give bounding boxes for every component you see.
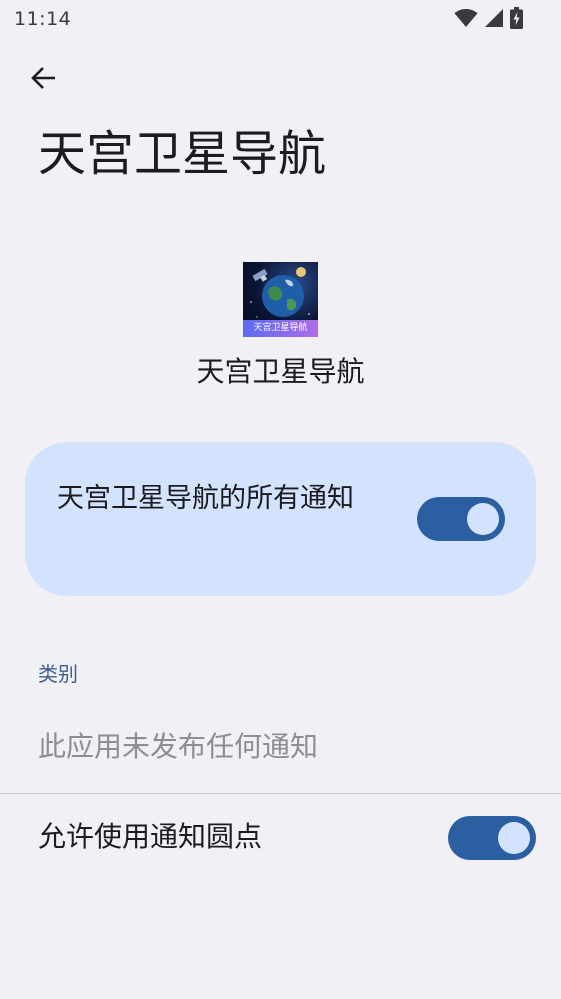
all-notifications-card[interactable]: 天宫卫星导航的所有通知: [25, 442, 536, 596]
notification-dots-label: 允许使用通知圆点: [38, 820, 263, 853]
divider: [0, 793, 561, 794]
all-notifications-label: 天宫卫星导航的所有通知: [57, 483, 354, 514]
status-icons: [454, 7, 523, 29]
back-button[interactable]: [26, 62, 62, 98]
category-header: 类别: [38, 662, 78, 686]
toggle-thumb: [467, 503, 499, 535]
wifi-icon: [454, 8, 478, 28]
notification-dots-toggle[interactable]: [448, 816, 536, 860]
app-icon: 天宫卫星导航: [243, 262, 318, 337]
app-icon-banner: 天宫卫星导航: [243, 320, 318, 337]
cellular-signal-icon: [484, 8, 504, 28]
notification-dots-row[interactable]: 允许使用通知圆点: [0, 796, 561, 880]
no-categories-message: 此应用未发布任何通知: [38, 730, 319, 763]
page-title: 天宫卫星导航: [38, 126, 327, 182]
app-name: 天宫卫星导航: [196, 355, 365, 388]
status-time: 11:14: [14, 8, 72, 30]
battery-charging-icon: [510, 7, 523, 29]
app-header: 天宫卫星导航 天宫卫星导航: [0, 262, 561, 390]
toggle-thumb: [498, 822, 530, 854]
status-bar: 11:14: [0, 0, 561, 38]
all-notifications-toggle[interactable]: [417, 497, 505, 541]
arrow-back-icon: [30, 64, 58, 96]
